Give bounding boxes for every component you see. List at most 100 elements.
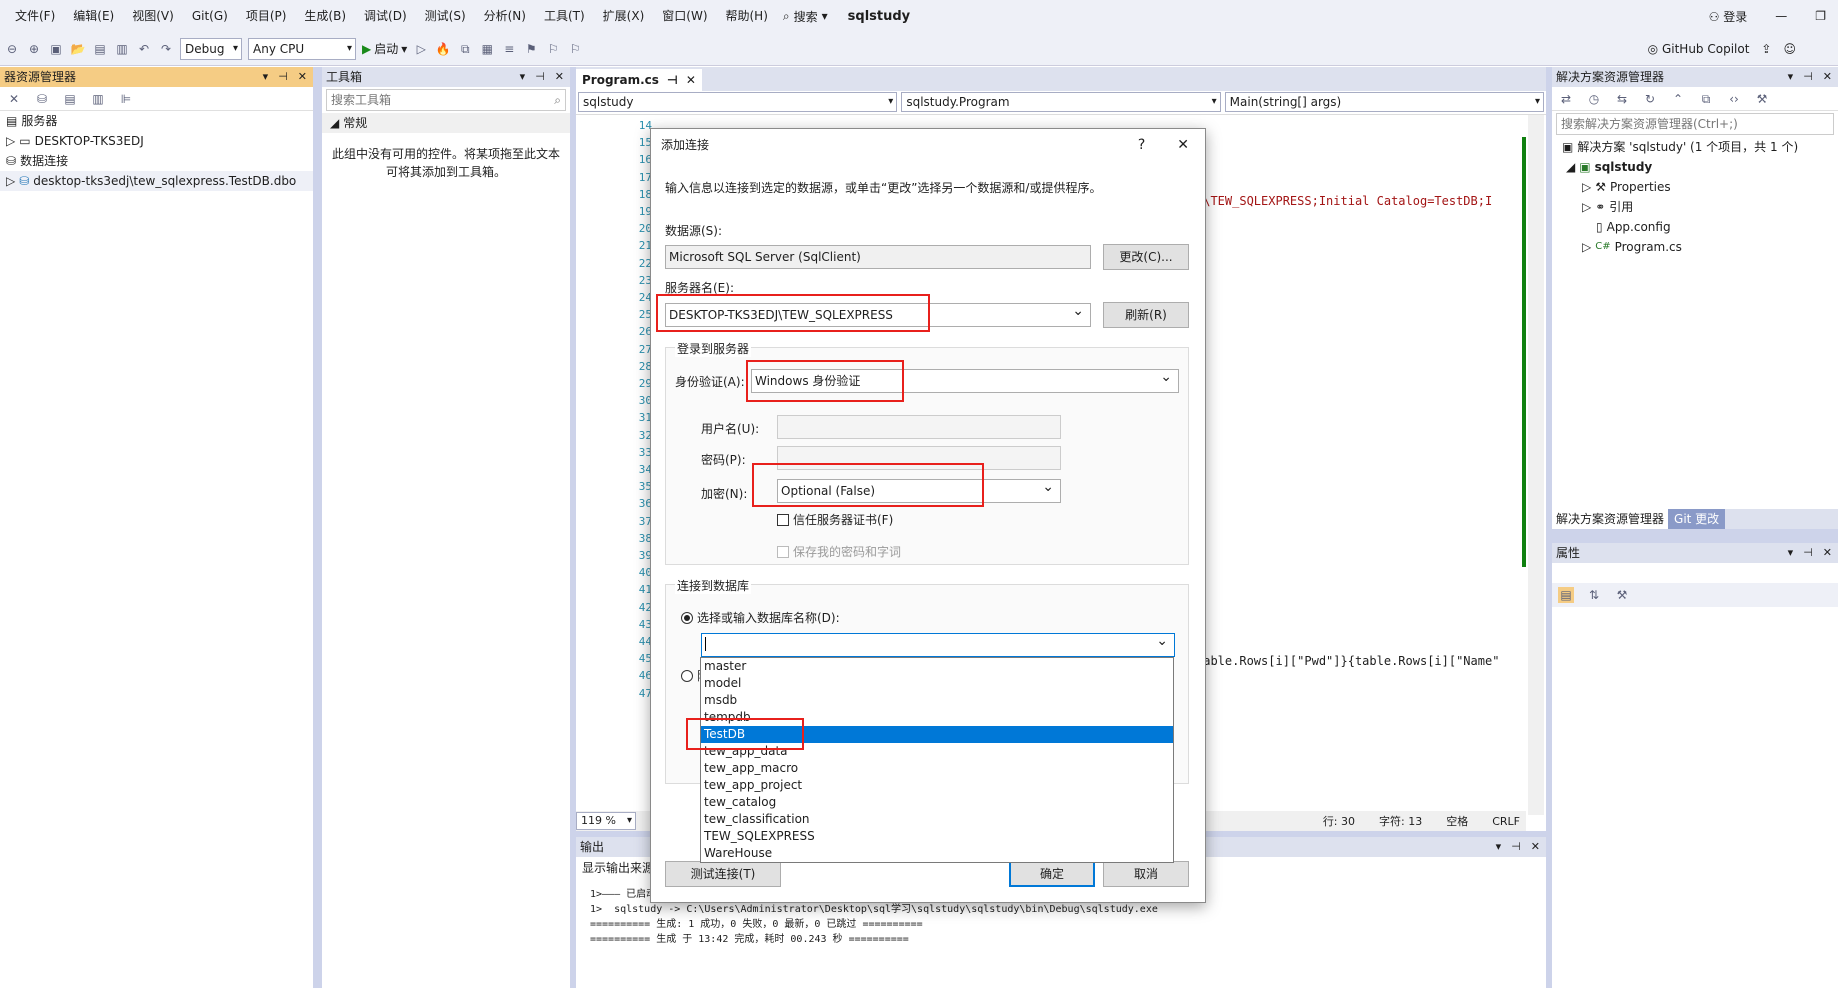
menu-help[interactable]: 帮助(H) — [717, 0, 777, 32]
toolbox-group-general[interactable]: ◢ 常规 — [322, 113, 570, 133]
collapse-all-icon[interactable]: ⌃ — [1670, 91, 1686, 107]
dropdown-icon[interactable]: ▾ — [263, 67, 269, 87]
menu-project[interactable]: 项目(P) — [237, 0, 296, 32]
pin-icon[interactable]: ⊣ — [1511, 837, 1521, 857]
hot-reload-icon[interactable]: 🔥 — [435, 41, 451, 57]
history-icon[interactable]: ◷ — [1586, 91, 1602, 107]
menu-git[interactable]: Git(G) — [183, 0, 237, 32]
tree-item-solution[interactable]: ▣ 解决方案 'sqlstudy' (1 个项目，共 1 个) — [1552, 137, 1838, 157]
zoom-select[interactable]: 119 % — [576, 812, 636, 830]
close-icon[interactable]: ✕ — [298, 67, 307, 87]
pin-icon[interactable]: ⊣ — [1803, 67, 1813, 87]
wrench-icon[interactable]: ⚒ — [1754, 91, 1770, 107]
code-icon[interactable]: ‹› — [1726, 91, 1742, 107]
menu-extensions[interactable]: 扩展(X) — [594, 0, 654, 32]
show-all-icon[interactable]: ⧉ — [1698, 91, 1714, 107]
platform-select[interactable]: Any CPU — [248, 37, 356, 60]
tab-program-cs[interactable]: Program.cs ⊣ ✕ — [576, 69, 702, 91]
connect-server-icon[interactable]: ▤ — [62, 91, 78, 107]
db-option-msdb[interactable]: msdb — [701, 692, 1173, 709]
tab-git-changes[interactable]: Git 更改 — [1668, 509, 1726, 529]
db-option-tew-app-data[interactable]: tew_app_data — [701, 743, 1173, 760]
menu-tools[interactable]: 工具(T) — [535, 0, 594, 32]
format-icon[interactable]: ≡ — [501, 41, 517, 57]
expand-icon[interactable]: ▷ — [1582, 197, 1591, 217]
layout-icon[interactable]: ▦ — [479, 41, 495, 57]
open-icon[interactable]: 📂 — [70, 41, 86, 57]
close-icon[interactable]: ✕ — [1823, 543, 1832, 563]
encrypt-select[interactable]: Optional (False) — [777, 479, 1061, 503]
expand-icon[interactable]: ▷ — [1582, 177, 1591, 197]
project-nav-select[interactable]: sqlstudy — [578, 92, 898, 112]
search-menu[interactable]: ⌕ 搜索 ▾ — [783, 8, 828, 25]
close-icon[interactable]: ✕ — [555, 67, 564, 87]
db-option-tempdb[interactable]: tempdb — [701, 709, 1173, 726]
db-option-tew-app-macro[interactable]: tew_app_macro — [701, 760, 1173, 777]
categorized-icon[interactable]: ▤ — [1558, 587, 1574, 603]
pin-icon[interactable]: ⊣ — [667, 69, 678, 91]
browse-icon[interactable]: ⧉ — [457, 41, 473, 57]
minimize-button[interactable]: — — [1775, 9, 1787, 23]
dropdown-icon[interactable]: ▾ — [1788, 67, 1794, 87]
forward-icon[interactable]: ⊕ — [26, 41, 42, 57]
prev-bookmark-icon[interactable]: ⚐ — [545, 41, 561, 57]
tree-item-servers[interactable]: ▤ 服务器 — [0, 111, 313, 131]
solution-search-input[interactable]: 搜索解决方案资源管理器(Ctrl+;) — [1556, 113, 1834, 135]
feedback-icon[interactable]: ☺ — [1783, 42, 1796, 56]
tree-item-app-config[interactable]: ▯ App.config — [1552, 217, 1838, 237]
start-button[interactable]: ▶ 启动 ▾ — [362, 40, 407, 57]
db-option-testdb[interactable]: TestDB — [701, 726, 1173, 743]
share-icon[interactable]: ⇪ — [1761, 42, 1771, 56]
tree-item-desktop[interactable]: ▷ ▭ DESKTOP-TKS3EDJ — [0, 131, 313, 151]
tree-item-connection[interactable]: ▷ ⛁ desktop-tks3edj\tew_sqlexpress.TestDB.… — [0, 171, 313, 191]
refresh-icon[interactable]: ↻ — [1642, 91, 1658, 107]
expand-icon[interactable]: ▷ — [6, 131, 15, 151]
cancel-button[interactable]: 取消 — [1103, 861, 1189, 887]
copilot-button[interactable]: ◎ GitHub Copilot — [1648, 42, 1750, 56]
refresh-button[interactable]: 刷新(R) — [1103, 302, 1189, 328]
password-field[interactable] — [777, 446, 1061, 470]
menu-window[interactable]: 窗口(W) — [653, 0, 716, 32]
dropdown-icon[interactable]: ▾ — [520, 67, 526, 87]
pin-icon[interactable]: ⊣ — [1803, 543, 1813, 563]
collapse-icon[interactable]: ◢ — [1566, 157, 1575, 177]
username-field[interactable] — [777, 415, 1061, 439]
auth-select[interactable]: Windows 身份验证 — [751, 369, 1179, 393]
azure-icon[interactable]: ▥ — [90, 91, 106, 107]
menu-edit[interactable]: 编辑(E) — [64, 0, 123, 32]
refresh-icon[interactable]: ✕ — [6, 91, 22, 107]
menu-debug[interactable]: 调试(D) — [355, 0, 416, 32]
expand-icon[interactable]: ▷ — [6, 171, 15, 191]
undo-icon[interactable]: ↶ — [136, 41, 152, 57]
save-password-checkbox[interactable]: 保存我的密码和字词 — [777, 543, 901, 560]
server-select[interactable]: DESKTOP-TKS3EDJ\TEW_SQLEXPRESS — [665, 303, 1091, 327]
next-bookmark-icon[interactable]: ⚐ — [567, 41, 583, 57]
menu-analyze[interactable]: 分析(N) — [475, 0, 535, 32]
properties-icon[interactable]: ⊫ — [118, 91, 134, 107]
menu-build[interactable]: 生成(B) — [295, 0, 355, 32]
db-option-tew-catalog[interactable]: tew_catalog — [701, 794, 1173, 811]
menu-file[interactable]: 文件(F) — [6, 0, 64, 32]
menu-view[interactable]: 视图(V) — [123, 0, 183, 32]
db-option-model[interactable]: model — [701, 675, 1173, 692]
help-button[interactable]: ? — [1138, 129, 1145, 161]
config-select[interactable]: Debug — [180, 37, 242, 60]
db-option-tew-sqlexpress[interactable]: TEW_SQLEXPRESS — [701, 828, 1173, 845]
tree-item-data-connections[interactable]: ⛁ 数据连接 — [0, 151, 313, 171]
select-db-radio[interactable]: 选择或输入数据库名称(D): — [681, 609, 840, 626]
alphabetical-icon[interactable]: ⇅ — [1586, 587, 1602, 603]
bookmark-icon[interactable]: ⚑ — [523, 41, 539, 57]
database-name-input[interactable] — [701, 633, 1175, 657]
back-icon[interactable]: ⊖ — [4, 41, 20, 57]
connect-db-icon[interactable]: ⛁ — [34, 91, 50, 107]
pin-icon[interactable]: ⊣ — [535, 67, 545, 87]
db-option-tew-app-project[interactable]: tew_app_project — [701, 777, 1173, 794]
start-without-debug-icon[interactable]: ▷ — [413, 41, 429, 57]
test-connection-button[interactable]: 测试连接(T) — [665, 861, 781, 887]
db-option-warehouse[interactable]: WareHouse — [701, 845, 1173, 862]
pin-icon[interactable]: ⊣ — [278, 67, 288, 87]
close-icon[interactable]: ✕ — [686, 69, 696, 91]
close-button[interactable]: ✕ — [1177, 129, 1189, 161]
tree-item-program-cs[interactable]: ▷ C# Program.cs — [1552, 237, 1838, 257]
toolbox-search-input[interactable]: 搜索工具箱 ⌕ — [326, 89, 566, 111]
